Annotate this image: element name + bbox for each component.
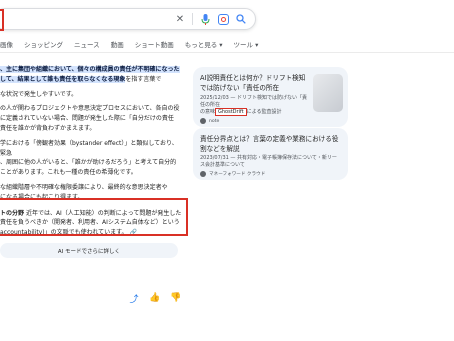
card-thumbnail — [313, 74, 343, 112]
tab-images[interactable]: 画像 — [0, 39, 13, 49]
search-input-highlight — [0, 9, 4, 31]
card-source: マネーフォワード クラウド — [200, 171, 265, 177]
answer-paragraph-2: な状況で発生しやすいです。 — [0, 90, 182, 100]
answer-highlight-1: 、主に集団や組織において、個々の構成員の責任が不明確になった — [0, 66, 180, 73]
search-divider — [192, 13, 193, 25]
source-favicon-icon — [200, 171, 206, 177]
card-snippet-text: 2025/12/03 — ドリフト検知では防げない「責任の所在 — [200, 95, 307, 108]
answer-paragraph-3: の人が関わるプロジェクトや意思決定プロセスにおいて、各自の役 に定義されていない… — [0, 104, 182, 133]
feedback-actions: ⤴ 👍 👎 — [128, 292, 182, 305]
card-source-name: マネーフォワード クラウド — [209, 172, 266, 177]
annotation-red-box — [0, 198, 188, 236]
card-highlight: GhostDrift — [215, 108, 247, 116]
thumbs-up-icon[interactable]: 👍 — [149, 292, 161, 304]
answer-paragraph-1: 、主に集団や組織において、個々の構成員の責任が不明確になった して、結果として誰… — [0, 65, 182, 85]
source-card-1[interactable]: AI説明責任とは何か？ドリフト検知では防げない「責任の所在 2025/12/03… — [193, 67, 348, 127]
tab-more[interactable]: もっと見る ▾ — [185, 39, 223, 49]
search-icon[interactable] — [235, 13, 247, 25]
thumbs-down-icon[interactable]: 👎 — [170, 292, 182, 304]
tab-tools[interactable]: ツール ▾ — [234, 39, 259, 49]
answer-text-3b: に定義されていない場合、問題が発生した際に「自分だけの責任 — [0, 115, 174, 123]
microphone-icon[interactable] — [199, 13, 211, 25]
card-source-name: note — [209, 118, 220, 124]
ai-mode-label: AI モードでさらに詳しく — [57, 248, 121, 255]
tabs-divider — [0, 52, 454, 53]
card-snippet: 2023/07/31 — 共有対応・電子帳簿保存法について・新リース会計基準につ… — [200, 155, 337, 168]
card-title: AI説明責任とは何か？ドリフト検知では防げない「責任の所在 — [200, 74, 306, 92]
answer-text-4b: 、周囲に他の人がいると、「誰かが助けるだろう」と考えて自分的 — [0, 159, 177, 167]
card-title: 責任分界点とは？言葉の定義や業務における役割などを解説 — [200, 135, 339, 153]
answer-text-3a: の人が関わるプロジェクトや意思決定プロセスにおいて、各自の役 — [0, 105, 180, 113]
search-icons: ✕ — [174, 13, 247, 25]
tab-videos[interactable]: 動画 — [111, 39, 124, 49]
answer-text-3c: 責任を誰かが背負わずかまえます。 — [0, 124, 96, 132]
answer-text-4a: 学における「傍観者効果（bystander effect）」と類似しており、緊急 — [0, 139, 178, 157]
lens-icon[interactable] — [217, 13, 229, 25]
clear-icon[interactable]: ✕ — [174, 13, 186, 25]
answer-text-5a: な組織階層や不明確な権限委譲により、最終的な意思決定者や — [0, 183, 168, 191]
tab-shopping[interactable]: ショッピング — [24, 39, 63, 49]
card-snippet-pre: の意味 — [200, 109, 216, 115]
answer-paragraph-4: 学における「傍観者効果（bystander effect）」と類似しており、緊急… — [0, 139, 182, 178]
card-snippet: 2025/12/03 — ドリフト検知では防げない「責任の所在 の意味 Ghost… — [200, 95, 310, 116]
share-icon[interactable]: ⤴ — [128, 292, 140, 305]
search-bar[interactable]: ✕ — [0, 8, 256, 31]
source-favicon-icon — [200, 118, 206, 124]
search-tabs: 画像 ショッピング ニュース 動画 ショート動画 もっと見る ▾ ツール ▾ — [0, 37, 258, 51]
source-card-2[interactable]: 責任分界点とは？言葉の定義や業務における役割などを解説 2023/07/31 —… — [193, 128, 348, 180]
answer-highlight-2: して、結果として誰も責任を取らなくなる現象 — [0, 75, 126, 83]
tab-short-videos[interactable]: ショート動画 — [135, 39, 174, 49]
tab-news[interactable]: ニュース — [74, 39, 100, 49]
ai-mode-button[interactable]: AI モードでさらに詳しく — [0, 243, 178, 258]
answer-text-4c: ことがあります。これも一種の責任の希薄化です。 — [0, 169, 137, 177]
card-snippet-post: による監査設計 — [246, 109, 282, 115]
answer-text-2: な状況で発生しやすいです。 — [0, 90, 78, 98]
card-source: note — [200, 118, 219, 124]
answer-text-1c: を指す言葉で — [125, 75, 162, 83]
